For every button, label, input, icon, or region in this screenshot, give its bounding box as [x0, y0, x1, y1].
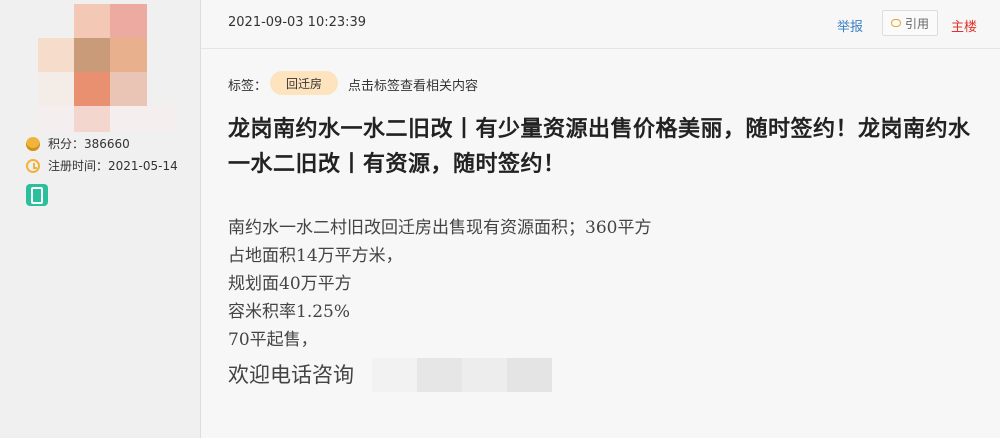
- contact-line: 欢迎电话咨询: [228, 358, 651, 392]
- body-line: 70平起售，: [228, 330, 318, 350]
- speech-bubble-icon: [890, 19, 901, 27]
- body-line: 南约水一水二村旧改回迁房出售现有资源面积；360平方: [228, 218, 652, 238]
- tag-pill[interactable]: 回迁房: [270, 71, 338, 95]
- register-text: 注册时间：2021-05-14: [48, 159, 178, 173]
- coin-icon: [26, 136, 40, 151]
- post-title: 龙岗南约水一水二旧改丨有少量资源出售价格美丽，随时签约！龙岗南约水一水二旧改丨有…: [228, 117, 971, 177]
- quote-button[interactable]: 引用: [882, 10, 938, 36]
- contact-text: 欢迎电话咨询: [228, 363, 354, 387]
- avatar[interactable]: [38, 4, 176, 132]
- mobile-icon[interactable]: [26, 184, 48, 206]
- report-button[interactable]: 举报: [837, 16, 863, 35]
- post-body: 南约水一水二村旧改回迁房出售现有资源面积；360平方 占地面积14万平方米， 规…: [228, 214, 651, 392]
- tag-hint: 点击标签查看相关内容: [348, 79, 479, 94]
- user-register-date: 注册时间：2021-05-14: [26, 157, 178, 174]
- body-line: 规划面40万平方: [228, 274, 352, 294]
- user-points: 积分：386660: [26, 135, 130, 152]
- body-line: 占地面积14万平方米，: [228, 246, 403, 266]
- blurred-phone-number: [372, 358, 552, 392]
- header-divider: [201, 48, 1000, 49]
- post-timestamp: 2021-09-03 10:23:39: [228, 15, 367, 30]
- points-text: 积分：386660: [48, 137, 130, 151]
- body-line: 容米积率1.25%: [228, 302, 351, 322]
- tag-label: 标签：: [228, 79, 268, 94]
- clock-icon: [26, 158, 40, 173]
- op-button[interactable]: 主楼: [951, 16, 977, 35]
- post-main: 2021-09-03 10:23:39 举报 引用 主楼 标签： 回迁房 点击标…: [201, 0, 1000, 438]
- user-sidebar: 积分：386660 注册时间：2021-05-14: [0, 0, 200, 438]
- quote-label: 引用: [904, 16, 929, 31]
